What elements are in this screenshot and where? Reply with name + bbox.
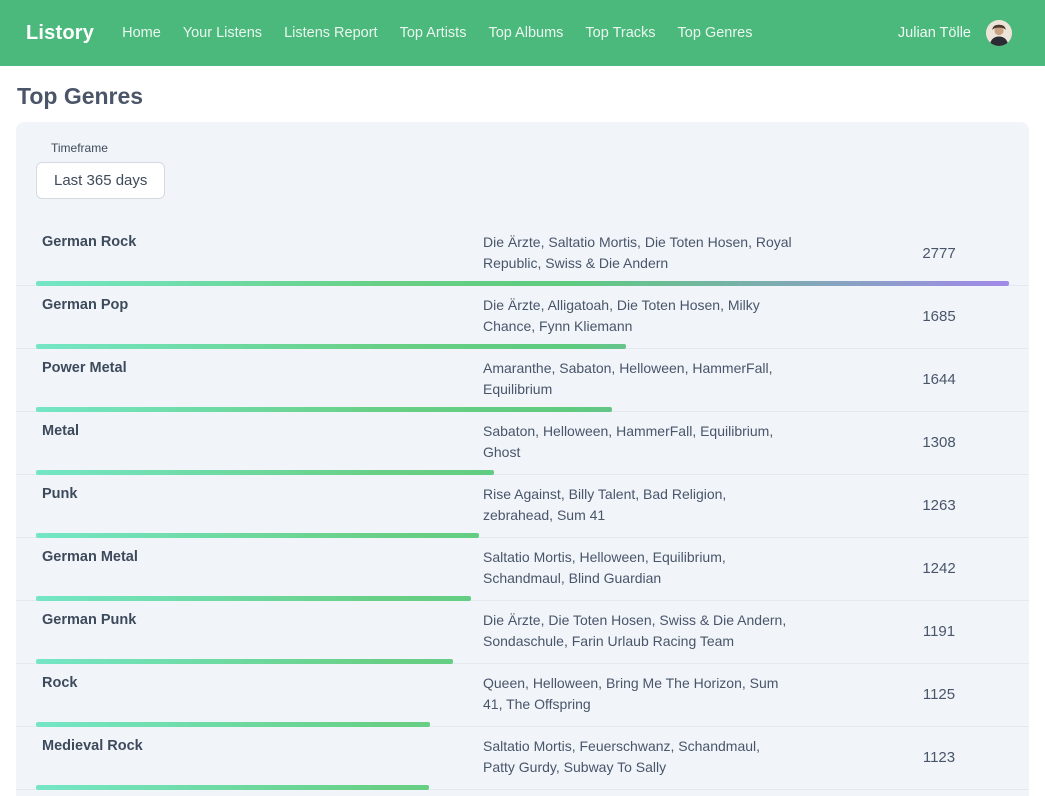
genre-row: German MetalSaltatio Mortis, Helloween, … [16,538,1029,601]
nav-item-listens-report[interactable]: Listens Report [284,25,378,41]
genre-list: German RockDie Ärzte, Saltatio Mortis, D… [16,223,1029,796]
genre-name: German Pop [36,295,483,337]
avatar-photo [986,20,1012,46]
genre-row: German PunkDie Ärzte, Die Toten Hosen, S… [16,601,1029,664]
genre-listen-count: 1191 [869,623,1009,640]
genre-row: PunkRise Against, Billy Talent, Bad Reli… [16,475,1029,538]
genre-top-artists: Saltatio Mortis, Helloween, Equilibrium,… [483,547,793,589]
nav-item-top-artists[interactable]: Top Artists [400,25,467,41]
timeframe-select[interactable]: Last 365 days [36,162,165,199]
navbar: Listory Home Your Listens Listens Report… [0,0,1045,66]
genre-top-artists: Saltatio Mortis, Feuerschwanz, Schandmau… [483,736,793,778]
page-title: Top Genres [16,83,1029,110]
nav-item-home[interactable]: Home [122,25,161,41]
genre-name: German Punk [36,610,483,652]
genre-listen-count: 1242 [869,560,1009,577]
genre-top-artists: Sabaton, Helloween, HammerFall, Equilibr… [483,421,793,463]
genre-name: German Rock [36,232,483,274]
genre-name: Rock [36,673,483,715]
nav-item-top-albums[interactable]: Top Albums [488,25,563,41]
genre-name: Medieval Rock [36,736,483,778]
genre-top-artists: Die Ärzte, Die Toten Hosen, Swiss & Die … [483,610,793,652]
genre-top-artists: Queen, Helloween, Bring Me The Horizon, … [483,673,793,715]
nav-item-top-genres[interactable]: Top Genres [678,25,753,41]
genre-listen-count: 2777 [869,245,1009,262]
timeframe-label: Timeframe [51,141,1009,155]
brand-logo[interactable]: Listory [26,22,94,45]
genre-row: German PopDie Ärzte, Alligatoah, Die Tot… [16,286,1029,349]
nav-links: Home Your Listens Listens Report Top Art… [122,25,752,41]
genre-name: Punk [36,484,483,526]
user-avatar[interactable] [986,20,1012,46]
genre-listen-count: 1685 [869,308,1009,325]
top-genres-card: Timeframe Last 365 days German RockDie Ä… [16,122,1029,796]
genre-listen-count: 1644 [869,371,1009,388]
genre-top-artists: Amaranthe, Sabaton, Helloween, HammerFal… [483,358,793,400]
genre-row: Power MetalAmaranthe, Sabaton, Helloween… [16,349,1029,412]
nav-item-your-listens[interactable]: Your Listens [183,25,262,41]
nav-item-top-tracks[interactable]: Top Tracks [585,25,655,41]
genre-top-artists: Rise Against, Billy Talent, Bad Religion… [483,484,793,526]
timeframe-filter: Timeframe Last 365 days [16,141,1029,199]
genre-row: Medieval RockSaltatio Mortis, Feuerschwa… [16,727,1029,790]
genre-name: Power Metal [36,358,483,400]
genre-row: MetalSabaton, Helloween, HammerFall, Equ… [16,412,1029,475]
genre-top-artists: Die Ärzte, Alligatoah, Die Toten Hosen, … [483,295,793,337]
genre-listen-count: 1263 [869,497,1009,514]
genre-listen-count: 1123 [869,749,1009,766]
genre-name: Metal [36,421,483,463]
genre-row: German RockDie Ärzte, Saltatio Mortis, D… [16,223,1029,286]
genre-listen-count: 1125 [869,686,1009,703]
genre-name: German Metal [36,547,483,589]
user-menu[interactable]: Julian Tölle [898,20,1012,46]
user-name: Julian Tölle [898,25,971,41]
genre-top-artists: Die Ärzte, Saltatio Mortis, Die Toten Ho… [483,232,793,274]
genre-listen-count: 1308 [869,434,1009,451]
genre-row: Melodic MetalUnleash The Archers, Hellow… [16,790,1029,796]
genre-row: RockQueen, Helloween, Bring Me The Horiz… [16,664,1029,727]
main-content: Top Genres Timeframe Last 365 days Germa… [0,83,1045,796]
